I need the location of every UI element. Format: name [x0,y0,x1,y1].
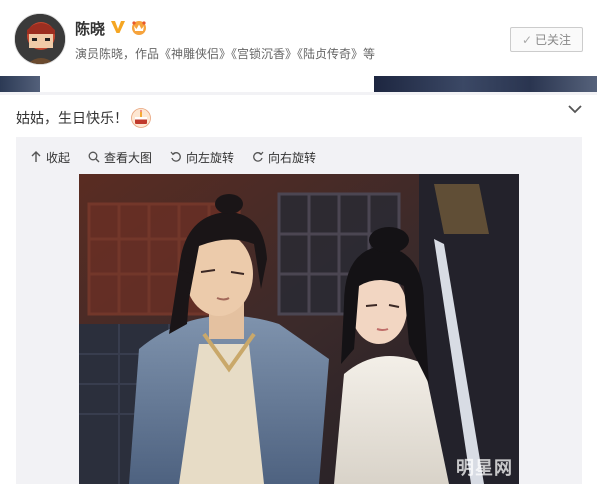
check-icon: ✓ [521,32,533,47]
media-panel: 收起 查看大图 向左旋转 向右旋转 明星网 [16,137,582,484]
arrow-up-icon [31,151,41,162]
rotate-right-label: 向右旋转 [268,150,317,165]
chevron-down-icon[interactable] [567,102,583,116]
rotate-left-label: 向左旋转 [186,150,235,165]
profile-name[interactable]: 陈晓 [75,18,105,39]
vip-crown-icon[interactable] [130,19,148,35]
rotate-right-icon [253,151,264,162]
view-large-button[interactable]: 查看大图 [88,149,152,166]
follow-button[interactable]: ✓ 已关注 [510,27,583,52]
rotate-left-icon [170,151,181,162]
rotate-right-button[interactable]: 向右旋转 [252,149,316,166]
divider [0,92,597,95]
cover-image-right [374,76,597,92]
search-icon [88,151,100,163]
verified-icon [111,21,125,33]
profile-header: 陈晓 演员陈晓，作品《神雕侠侣》《宫锁沉香》《陆贞传奇》等 ✓ 已关注 [0,0,597,92]
watermark: 明星网 [456,458,513,478]
collapse-label: 收起 [46,150,71,165]
photo-illustration [79,174,519,484]
view-large-label: 查看大图 [104,150,153,165]
cover-gap [40,76,374,92]
cover-image-left [0,76,40,92]
cake-emoji-icon [131,108,151,128]
collapse-button[interactable]: 收起 [30,149,70,166]
profile-bio: 演员陈晓，作品《神雕侠侣》《宫锁沉香》《陆贞传奇》等 [75,47,376,61]
rotate-left-button[interactable]: 向左旋转 [170,149,234,166]
follow-label: 已关注 [535,33,572,47]
avatar[interactable] [14,13,66,65]
post-text: 姑姑，生日快乐！ [16,108,151,128]
media-toolbar: 收起 查看大图 向左旋转 向右旋转 [30,149,316,165]
post-photo[interactable]: 明星网 [79,174,519,484]
post-text-content: 姑姑，生日快乐！ [16,111,128,127]
